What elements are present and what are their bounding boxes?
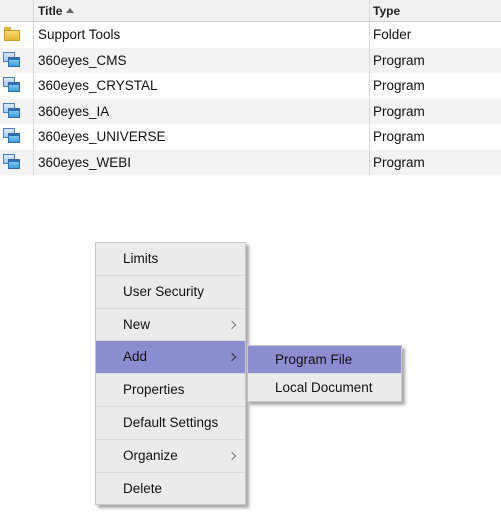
list-row[interactable]: 360eyes_WEBI Program bbox=[0, 149, 501, 175]
program-icon bbox=[3, 51, 21, 68]
row-type: Program bbox=[373, 78, 425, 93]
row-type: Program bbox=[373, 103, 425, 119]
menu-item-organize[interactable]: Organize bbox=[96, 440, 245, 473]
row-title: 360eyes_UNIVERSE bbox=[38, 129, 166, 144]
object-list: Title Type Support Tools Folder 360eyes_… bbox=[0, 0, 501, 175]
program-icon bbox=[3, 77, 21, 93]
menu-item-delete[interactable]: Delete bbox=[96, 473, 245, 506]
column-divider bbox=[33, 0, 34, 175]
sort-ascending-icon bbox=[66, 8, 75, 13]
row-type: Program bbox=[373, 52, 425, 68]
list-header: Title Type bbox=[0, 0, 501, 22]
column-divider bbox=[369, 0, 370, 175]
menu-item-new[interactable]: New bbox=[96, 309, 245, 342]
row-title: Support Tools bbox=[38, 27, 121, 42]
menu-item-label: Add bbox=[123, 349, 148, 365]
program-icon bbox=[3, 153, 21, 170]
menu-item-label: Organize bbox=[123, 447, 178, 463]
submenu-item-label: Local Document bbox=[275, 380, 373, 395]
list-rows: Support Tools Folder 360eyes_CMS Program… bbox=[0, 22, 501, 175]
menu-item-default-settings[interactable]: Default Settings bbox=[96, 407, 245, 440]
menu-item-label: New bbox=[123, 316, 151, 332]
row-type: Folder bbox=[373, 27, 412, 42]
submenu-item-local-document[interactable]: Local Document bbox=[248, 373, 401, 400]
menu-item-user-security[interactable]: User Security bbox=[96, 276, 245, 309]
chevron-right-icon bbox=[227, 353, 237, 362]
folder-icon bbox=[3, 26, 21, 42]
row-title: 360eyes_CMS bbox=[38, 52, 127, 68]
type-column-header[interactable]: Type bbox=[373, 0, 400, 22]
context-menu: Limits User Security New Add Properties … bbox=[95, 242, 246, 505]
menu-item-label: Limits bbox=[123, 251, 159, 266]
list-row[interactable]: Support Tools Folder bbox=[0, 22, 501, 48]
row-title: 360eyes_CRYSTAL bbox=[38, 78, 158, 93]
menu-item-label: Properties bbox=[123, 382, 185, 398]
submenu-item-label: Program File bbox=[275, 352, 353, 367]
type-column-label: Type bbox=[373, 4, 401, 18]
list-row[interactable]: 360eyes_IA Program bbox=[0, 98, 501, 124]
menu-item-label: Delete bbox=[123, 480, 163, 496]
row-title: 360eyes_IA bbox=[38, 103, 110, 119]
menu-item-properties[interactable]: Properties bbox=[96, 374, 245, 407]
title-column-header[interactable]: Title bbox=[38, 0, 75, 22]
menu-item-label: Default Settings bbox=[123, 414, 219, 430]
list-row[interactable]: 360eyes_CMS Program bbox=[0, 47, 501, 73]
program-icon bbox=[3, 102, 21, 119]
chevron-right-icon bbox=[227, 320, 237, 329]
row-title: 360eyes_WEBI bbox=[38, 154, 132, 170]
row-type: Program bbox=[373, 154, 425, 170]
row-type: Program bbox=[373, 129, 425, 144]
list-row[interactable]: 360eyes_UNIVERSE Program bbox=[0, 124, 501, 150]
menu-item-label: User Security bbox=[123, 283, 205, 299]
submenu-item-program-file[interactable]: Program File bbox=[248, 346, 401, 373]
program-icon bbox=[3, 128, 21, 144]
list-row[interactable]: 360eyes_CRYSTAL Program bbox=[0, 73, 501, 99]
icon-column-header[interactable] bbox=[0, 0, 33, 22]
menu-item-limits[interactable]: Limits bbox=[96, 243, 245, 276]
add-submenu: Program File Local Document bbox=[247, 345, 402, 402]
chevron-right-icon bbox=[227, 451, 237, 461]
title-column-label: Title bbox=[38, 4, 63, 18]
menu-item-add[interactable]: Add bbox=[96, 341, 245, 375]
